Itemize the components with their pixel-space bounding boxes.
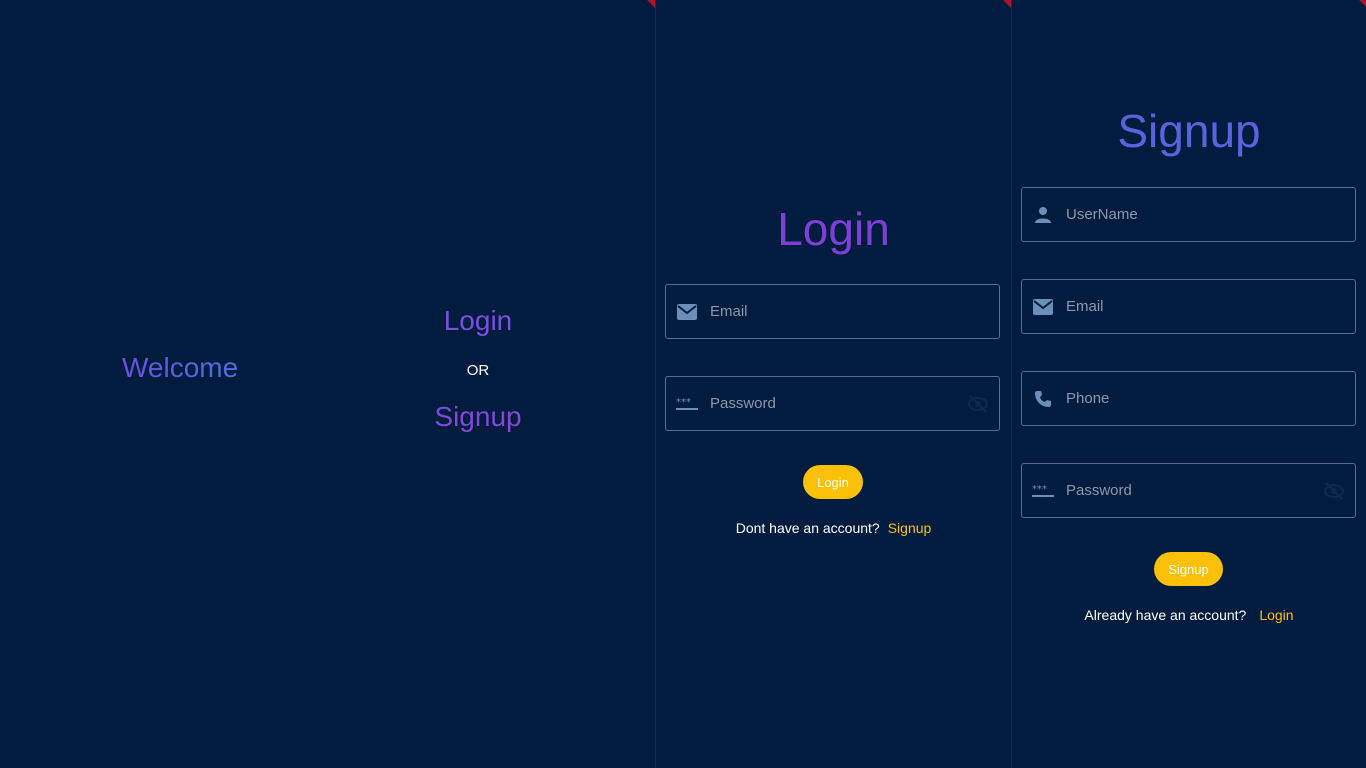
debug-banner [618,0,655,29]
signup-panel: Signup UserName Email Phone *** Password [1012,0,1366,768]
signup-phone-field[interactable]: Phone [1021,371,1356,426]
mail-icon [1032,296,1054,318]
or-separator: OR [466,362,490,379]
login-link[interactable]: Login [1259,607,1293,623]
debug-banner [974,0,1011,29]
login-prompt-text: Already have an account? [1084,607,1247,623]
svg-text:***: *** [676,397,691,408]
login-panel: Login Email *** Password Login Dont have… [656,0,1011,768]
signup-prompt-text: Dont have an account? [735,520,880,536]
phone-placeholder: Phone [1066,390,1110,407]
svg-text:***: *** [1032,484,1047,495]
signup-email-field[interactable]: Email [1021,279,1356,334]
password-icon: *** [676,393,698,415]
phone-icon [1032,388,1054,410]
login-title: Login [777,203,890,255]
login-email-field[interactable]: Email [665,284,1000,339]
username-placeholder: UserName [1066,206,1138,223]
login-password-field[interactable]: *** Password [665,376,1000,431]
welcome-panel: Welcome Login OR Signup [0,0,655,768]
mail-icon [676,301,698,323]
debug-banner [1330,0,1366,29]
signup-prompt: Dont have an account? Signup [656,520,1011,536]
signup-title: Signup [1117,105,1261,157]
signup-link[interactable]: Signup [888,520,932,536]
home-login-button[interactable]: Login [378,305,578,337]
person-icon [1032,204,1054,226]
welcome-title: Welcome [122,352,239,383]
signup-username-field[interactable]: UserName [1021,187,1356,242]
email-placeholder: Email [710,303,748,320]
home-signup-button[interactable]: Signup [378,401,578,433]
signup-button[interactable]: Signup [1154,552,1223,586]
password-icon: *** [1032,480,1054,502]
password-placeholder: Password [710,395,776,412]
app-screen: Welcome Login OR Signup Login Email *** … [0,0,1366,768]
visibility-off-icon[interactable] [1323,480,1345,502]
signup-password-field[interactable]: *** Password [1021,463,1356,518]
password-placeholder: Password [1066,482,1132,499]
visibility-off-icon[interactable] [967,393,989,415]
login-prompt: Already have an account? Login [1012,607,1366,623]
email-placeholder: Email [1066,298,1104,315]
login-button[interactable]: Login [803,465,863,499]
